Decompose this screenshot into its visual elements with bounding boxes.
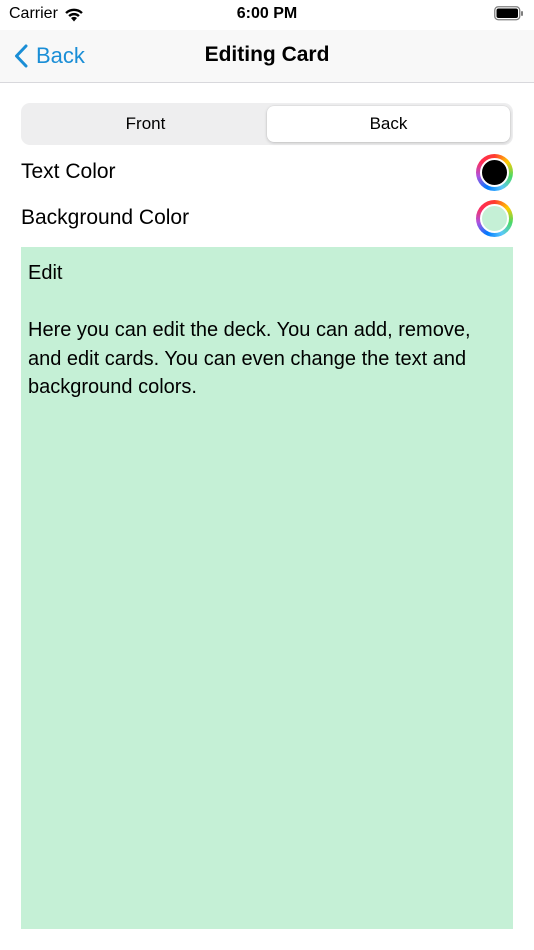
text-color-label: Text Color (21, 160, 116, 183)
side-segmented-control: Front Back (21, 103, 513, 145)
text-color-swatch (480, 157, 509, 187)
background-color-label: Background Color (21, 206, 190, 229)
battery-icon (494, 6, 524, 26)
status-bar: Carrier 6:00 PM (0, 0, 534, 30)
text-color-row: Text Color (21, 152, 513, 192)
segment-back[interactable]: Back (267, 106, 510, 142)
card-text-editor[interactable]: Edit Here you can edit the deck. You can… (21, 247, 513, 929)
background-color-swatch (480, 203, 509, 233)
status-time: 6:00 PM (236, 5, 298, 22)
page-title: Editing Card (204, 43, 330, 66)
text-color-picker[interactable] (476, 153, 513, 191)
navigation-bar: Back Editing Card (0, 30, 534, 83)
background-color-picker[interactable] (476, 199, 513, 237)
segment-front[interactable]: Front (24, 106, 267, 142)
background-color-row: Background Color (21, 198, 513, 238)
